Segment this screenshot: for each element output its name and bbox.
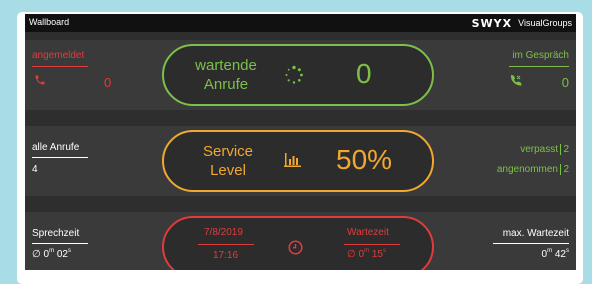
phone-in-talk-icon [510, 73, 522, 91]
in-call-divider [509, 66, 569, 67]
date-divider [198, 244, 254, 245]
in-call-value: 0 [561, 75, 569, 90]
spinner-icon [284, 65, 304, 90]
logged-in-divider [32, 66, 88, 67]
service-level-label-line1: Service [202, 143, 254, 160]
answered-value: 2 [560, 164, 569, 175]
window-title: Wallboard [29, 17, 70, 27]
brand-logo: SWYX [471, 16, 513, 30]
logged-in-value: 0 [104, 75, 112, 90]
brand-text: VisualGroups [518, 18, 572, 28]
waiting-calls-label-line2: Anrufe [203, 76, 249, 93]
clock-icon [288, 240, 303, 260]
all-calls-value: 4 [32, 164, 38, 175]
wait-time-label: Wartezeit [347, 227, 389, 238]
max-wait-time-value: 0m 42s [541, 248, 569, 260]
title-bar: Wallboard SWYX VisualGroups [25, 14, 576, 32]
missed-value: 2 [560, 144, 569, 155]
all-calls-divider [32, 157, 88, 158]
talk-time-label: Sprechzeit [32, 228, 80, 239]
wallboard: Wallboard SWYX VisualGroups angemeldet 0… [25, 14, 576, 270]
missed-label: verpasst [520, 144, 558, 155]
row-service-level: alle Anrufe 4 Service Level 50% verpasst… [25, 126, 576, 196]
wait-time-divider [344, 244, 400, 245]
max-wait-time-label: max. Wartezeit [502, 228, 569, 239]
all-calls-label: alle Anrufe [32, 142, 80, 153]
row-waiting-calls: angemeldet 0 wartende Anrufe 0 im Gesprä… [25, 40, 576, 110]
service-level-value: 50% [336, 144, 393, 175]
wait-time-pill: 7/8/2019 17:16 Wartezeit ∅ 0m 15s [162, 216, 434, 270]
wait-time-value: ∅ 0m 15s [347, 248, 386, 260]
current-time: 17:16 [213, 250, 239, 261]
service-level-pill: Service Level 50% [162, 130, 434, 192]
in-call-label: im Gespräch [512, 50, 569, 61]
phone-icon [34, 73, 46, 91]
waiting-calls-pill: wartende Anrufe 0 [162, 44, 434, 106]
bar-chart-icon [284, 153, 301, 172]
logged-in-label: angemeldet [32, 50, 85, 61]
waiting-calls-label-line1: wartende [195, 57, 257, 74]
brand: SWYX VisualGroups [472, 16, 572, 30]
waiting-calls-value: 0 [356, 58, 372, 89]
max-wait-time-divider [493, 243, 569, 244]
talk-time-value: ∅ 0m 02s [32, 248, 71, 260]
answered-label: angenommen [496, 164, 558, 175]
row-times: Sprechzeit ∅ 0m 02s 7/8/2019 17:16 Warte… [25, 212, 576, 270]
current-date: 7/8/2019 [204, 227, 243, 238]
service-level-label-line2: Level [210, 162, 246, 179]
talk-time-divider [32, 243, 88, 244]
